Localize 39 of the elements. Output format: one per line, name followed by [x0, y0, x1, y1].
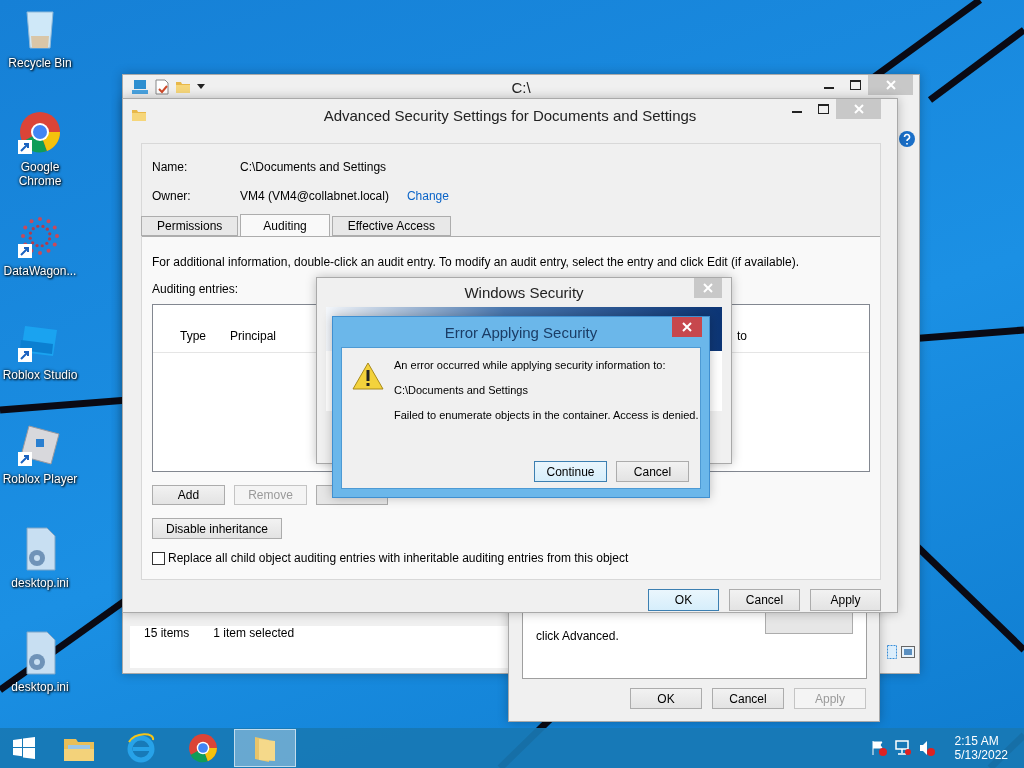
dialog-title: Error Applying Security	[444, 323, 598, 341]
name-value: C:\Documents and Settings	[240, 160, 388, 174]
item-count: 15 items	[144, 626, 190, 640]
clock-time[interactable]: 2:15 AM	[954, 734, 999, 748]
desktop-icon-label[interactable]: Google Chrome	[0, 160, 80, 188]
desktop-icon-label[interactable]: Roblox Studio	[2, 368, 78, 382]
desktop-icon-label[interactable]: DataWagon...	[3, 264, 77, 278]
column-header[interactable]: to	[737, 329, 869, 343]
disable-inheritance-button[interactable]: Disable inheritance	[152, 518, 282, 539]
window-title: C:\	[511, 78, 531, 96]
dialog-button[interactable]: OK	[630, 688, 702, 709]
section-label: Auditing entries:	[152, 282, 239, 296]
entry-button[interactable]: Add	[152, 485, 225, 505]
window-title: Advanced Security Settings for Documents and Settings	[323, 106, 697, 124]
tab[interactable]: Auditing	[240, 214, 330, 236]
dialog-button[interactable]: Apply	[810, 589, 881, 611]
dialog-title: Windows Security	[464, 284, 584, 301]
clock-date[interactable]: 5/13/2022	[954, 748, 1008, 762]
change-link[interactable]: Change	[406, 189, 449, 203]
dialog-button[interactable]: Continue	[534, 461, 607, 482]
selection-count: 1 item selected	[213, 626, 295, 640]
owner-value: VM4 (VM4@collabnet.local)	[240, 189, 389, 203]
owner-label: Owner:	[152, 189, 192, 203]
instruction-text: click Advanced.	[536, 629, 619, 643]
tab[interactable]: Effective Access	[331, 216, 451, 236]
checkbox-label[interactable]: Replace all child object auditing entries with inheritable auditing entries from this object	[168, 551, 629, 565]
error-message: An error occurred while applying security information to:	[394, 359, 666, 371]
dialog-button[interactable]: Cancel	[729, 589, 800, 611]
dialog-button[interactable]: OK	[648, 589, 719, 611]
dialog-button[interactable]: Cancel	[712, 688, 784, 709]
info-text: For additional information, double-click an audit entry. To modify an audit entry, select the entry and click Edit (if available).	[152, 255, 799, 269]
column-header[interactable]: Type	[180, 329, 230, 343]
desktop-icon-label[interactable]: Roblox Player	[2, 472, 78, 486]
dialog-button[interactable]: Cancel	[616, 461, 689, 482]
tab[interactable]: Permissions	[141, 216, 239, 236]
error-message: Failed to enumerate objects in the container. Access is denied.	[394, 409, 699, 421]
name-label: Name:	[152, 160, 189, 174]
error-message: C:\Documents and Settings	[394, 384, 528, 396]
desktop-icon-label[interactable]: Recycle Bin	[8, 56, 72, 70]
